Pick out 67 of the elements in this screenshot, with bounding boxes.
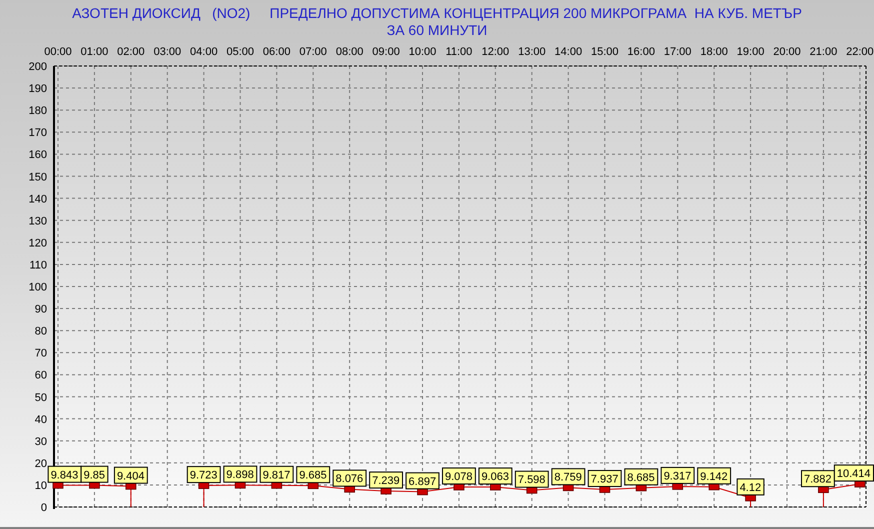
data-label: 7.882: [801, 470, 835, 488]
x-tick-label: 10:00: [408, 46, 436, 58]
y-tick-label: 10: [34, 480, 47, 492]
y-tick-label: 200: [28, 61, 47, 73]
y-tick-label: 110: [29, 259, 47, 272]
data-label: 6.897: [406, 472, 440, 490]
data-label: 9.85: [80, 466, 108, 483]
y-tick-label: 170: [28, 127, 47, 140]
data-label: 7.598: [514, 470, 549, 488]
data-label: 8.685: [624, 468, 658, 486]
x-tick-label: 06:00: [262, 46, 290, 58]
y-tick-label: 40: [34, 414, 47, 426]
x-tick-label: 05:00: [226, 46, 254, 58]
data-label: 9.078: [442, 467, 476, 484]
y-tick-label: 140: [28, 193, 47, 206]
x-tick-label: 22:00: [846, 46, 874, 58]
x-tick-label: 08:00: [336, 46, 364, 58]
x-tick-label: 07:00: [299, 46, 327, 58]
y-tick-label: 90: [34, 304, 47, 316]
data-label: 9.685: [296, 466, 330, 484]
data-label: 7.239: [369, 472, 403, 489]
chart-title: АЗОТЕН ДИОКСИД (NO2) ПРЕДЕЛНО ДОПУСТИМА КОНЦЕНТРАЦИЯ 200 МИКРОГРАМА НА КУБ. МЕТЪР: [72, 5, 802, 22]
x-tick-label: 00:00: [44, 46, 72, 58]
y-tick-label: 150: [28, 171, 47, 184]
data-label: 9.723: [186, 466, 221, 484]
data-label: 9.898: [223, 466, 258, 483]
x-tick-label: 21:00: [810, 46, 838, 58]
x-tick-label: 13:00: [518, 46, 546, 58]
data-label: 7.937: [588, 470, 622, 487]
x-tick-label: 09:00: [372, 46, 400, 58]
x-tick-label: 15:00: [590, 46, 619, 58]
x-tick-label: 11:00: [446, 46, 472, 58]
y-tick-label: 100: [28, 282, 47, 294]
x-tick-label: 20:00: [773, 46, 801, 58]
x-tick-label: 01:00: [80, 46, 108, 58]
x-tick-label: 17:00: [664, 46, 692, 58]
data-label: 9.843: [48, 466, 82, 483]
y-tick-label: 0: [40, 502, 47, 514]
data-label: 10.414: [834, 464, 874, 482]
x-tick-label: 12:00: [482, 46, 510, 58]
y-tick-label: 50: [34, 392, 47, 404]
data-label: 8.759: [551, 468, 586, 486]
x-tick-label: 04:00: [190, 46, 218, 58]
y-tick-label: 70: [34, 348, 47, 360]
data-label: 9.063: [478, 468, 512, 485]
data-label: 9.317: [660, 466, 695, 484]
data-label: 9.404: [114, 466, 148, 484]
y-tick-label: 160: [28, 149, 47, 162]
y-tick-label: 80: [34, 326, 47, 338]
y-tick-label: 20: [34, 458, 47, 470]
y-tick-label: 60: [34, 370, 47, 382]
x-tick-label: 02:00: [117, 46, 145, 58]
x-tick-label: 14:00: [554, 46, 582, 58]
y-tick-label: 30: [34, 436, 47, 448]
y-tick-label: 180: [28, 105, 47, 118]
data-label: 8.076: [332, 470, 367, 487]
data-label: 9.817: [260, 466, 294, 483]
x-tick-label: 03:00: [154, 46, 182, 58]
data-label: 4.12: [736, 478, 764, 496]
x-tick-label: 19:00: [736, 46, 764, 58]
y-tick-label: 130: [28, 215, 47, 228]
chart-subtitle: ЗА 60 МИНУТИ: [386, 22, 488, 39]
data-label: 9.142: [697, 467, 732, 484]
y-tick-label: 190: [28, 83, 47, 96]
x-tick-label: 16:00: [627, 46, 655, 58]
x-tick-label: 18:00: [700, 46, 728, 58]
y-tick-label: 120: [28, 237, 47, 250]
